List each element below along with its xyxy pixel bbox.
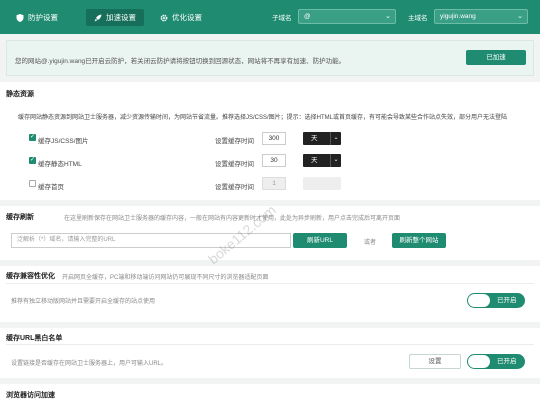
cache-refresh-desc: 在这里刷新保存在网站卫士服务器的缓存内容，一般在网站有内容更新时才使用，此处为异… [64,216,401,222]
main-domain-value: yigujin.wang [440,13,476,20]
cache-time-input[interactable]: 30 [262,154,286,167]
protection-notice: 您的网站@.yigujin.wang已开启云防护，若关闭云防护请将按钮切换到回源… [6,40,534,76]
url-list-title: 缓存URL黑白名单 [6,335,63,342]
cache-homepage-checkbox[interactable] [29,180,36,187]
top-bar: 防护设置 加速设置 优化设置 子域名 @ ⌄ 主域名 yigujin.wang … [0,0,540,34]
toggle-knob [468,294,490,307]
cache-time-input[interactable]: 1 [262,177,286,190]
cache-time-label: 设置缓存时间 [215,161,254,168]
notice-text: 您的网站@.yigujin.wang已开启云防护，若关闭云防护请将按钮切换到回源… [15,58,346,65]
tab-protection-settings[interactable]: 防护设置 [8,9,66,26]
cache-unit-select[interactable]: 天 ⌄ [303,132,341,145]
refresh-url-button[interactable]: 刷新URL [293,233,347,248]
cache-js-css-label: 缓存JS/CSS/图片 [38,138,89,145]
cache-time-label: 设置缓存时间 [215,138,254,145]
cache-refresh-title: 缓存刷新 [6,214,34,221]
cache-time-label: 设置缓存时间 [215,184,254,191]
tab-label: 加速设置 [106,13,136,22]
tab-optimization-settings[interactable]: 优化设置 [152,9,210,26]
toggle-label: 已开启 [497,358,517,365]
tab-acceleration-settings[interactable]: 加速设置 [86,9,144,26]
tab-label: 防护设置 [28,13,58,22]
cache-compat-toggle[interactable]: 已开启 [467,293,525,308]
main-domain-label: 主域名 [408,15,428,22]
cache-unit-select[interactable]: 天 ⌄ [303,154,341,167]
cache-time-input[interactable]: 300 [262,132,286,145]
cache-unit-select[interactable] [303,177,341,190]
chevron-down-icon: ⌄ [330,154,341,167]
chevron-down-icon: ⌄ [385,13,391,20]
rocket-icon [94,14,102,22]
subdomain-value: @ [304,13,311,20]
subdomain-select[interactable]: @ ⌄ [298,9,396,24]
cache-html-label: 缓存静态HTML [38,161,82,168]
shield-icon [16,13,24,22]
divider [6,344,534,345]
cache-js-css-checkbox[interactable] [29,134,36,141]
static-resources-title: 静态资源 [6,91,34,98]
url-list-setting-button[interactable]: 设置 [409,354,461,369]
cache-html-checkbox[interactable] [29,157,36,164]
chevron-down-icon: ⌄ [330,132,341,145]
url-list-section [0,328,540,378]
divider [6,283,534,284]
accelerated-button[interactable]: 已加速 [466,50,526,65]
main-domain-select[interactable]: yigujin.wang ⌄ [434,9,528,24]
toggle-knob [468,355,490,368]
cache-unit-value: 天 [311,157,318,164]
url-list-toggle[interactable]: 已开启 [467,354,525,369]
browser-accel-section [0,384,540,400]
browser-accel-title: 浏览器访问加速 [6,392,55,399]
cache-unit-value: 天 [311,135,318,142]
subdomain-label: 子域名 [272,15,292,22]
chevron-down-icon: ⌄ [517,13,523,20]
cache-compat-title: 缓存兼容性优化 [6,273,55,280]
cache-homepage-label: 缓存首页 [38,184,64,191]
tab-label: 优化设置 [172,13,202,22]
toggle-label: 已开启 [497,297,517,304]
gear-icon [160,14,168,22]
or-text: 或者 [364,240,377,246]
cache-compat-hint: 推荐有独立移动版网站并且需要开启全缓存的站点使用 [11,299,156,305]
refresh-all-button[interactable]: 刷新整个网站 [392,233,446,248]
static-resources-desc: 缓存网站静态资源到网站卫士服务器，减少资源传输时间，为网站节省流量。推荐选择JS… [18,115,508,121]
url-list-hint: 设置链接是否缓存在网站卫士服务器上，用户可输入URL。 [11,361,168,367]
cache-compat-desc: 开启网页全缓存，PC端和移动端访问网站仍可展现不同尺寸的浏览器适配页面 [62,275,269,281]
